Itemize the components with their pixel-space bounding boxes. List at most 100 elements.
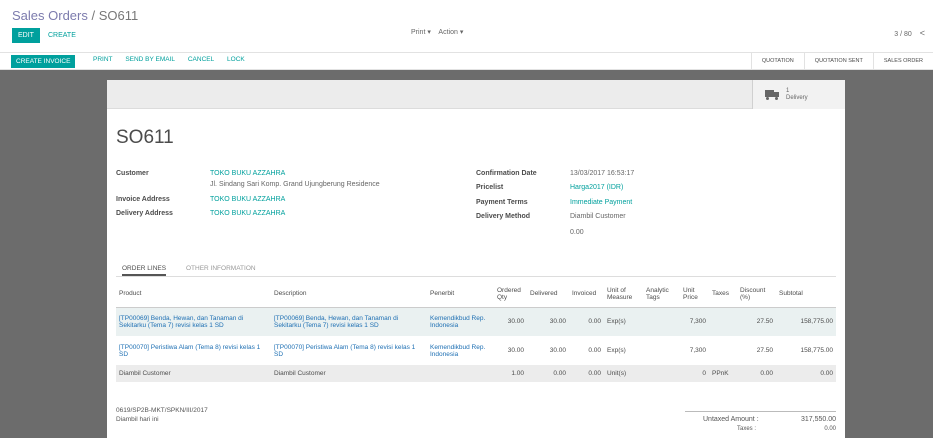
customer-address: Jl. Sindang Sari Komp. Grand Ujungberung…	[210, 181, 380, 188]
col-analytic-tags[interactable]: Analytic Tags	[643, 281, 680, 308]
customer-field[interactable]: TOKO BUKU AZZAHRA	[210, 170, 285, 177]
action-dropdown[interactable]: Action ▾	[438, 29, 463, 36]
cell-description[interactable]: Diambil Customer	[271, 365, 427, 382]
delivery-address-label: Delivery Address	[116, 210, 173, 217]
send-by-email-button[interactable]: SEND BY EMAIL	[125, 56, 175, 63]
order-lines-table: Product Description Penerbit Ordered Qty…	[116, 281, 836, 382]
tab-order-lines[interactable]: ORDER LINES	[122, 265, 167, 276]
cell-discount[interactable]: 27.50	[737, 307, 776, 336]
payment-terms-label: Payment Terms	[476, 199, 528, 206]
cell-unit-price[interactable]: 7,300	[680, 307, 709, 336]
invoice-address-label: Invoice Address	[116, 196, 170, 203]
cell-description[interactable]: [TP00070] Peristiwa Alam (Tema 8) revisi…	[271, 336, 427, 365]
breadcrumb: Sales Orders / SO611	[12, 8, 138, 23]
cell-invoiced[interactable]: 0.00	[569, 365, 604, 382]
table-row[interactable]: [TP00069] Benda, Hewan, dan Tanaman di S…	[116, 307, 836, 336]
form-sheet: 1 Delivery SO611 Customer TOKO BUKU AZZA…	[107, 80, 845, 438]
cell-ordered-qty[interactable]: 30.00	[494, 336, 527, 365]
delivery-method-label: Delivery Method	[476, 213, 531, 220]
payment-terms-field[interactable]: Immediate Payment	[570, 199, 632, 206]
cell-invoiced[interactable]: 0.00	[569, 307, 604, 336]
cell-taxes[interactable]	[709, 336, 737, 365]
table-row[interactable]: [TP00070] Peristiwa Alam (Tema 8) revisi…	[116, 336, 836, 365]
cell-product[interactable]: Diambil Customer	[116, 365, 271, 382]
col-delivered[interactable]: Delivered	[527, 281, 569, 308]
cell-penerbit[interactable]	[427, 365, 494, 382]
cell-subtotal: 158,775.00	[800, 347, 833, 354]
customer-label: Customer	[116, 170, 149, 177]
cell-discount[interactable]: 0.00	[737, 365, 776, 382]
table-header-row: Product Description Penerbit Ordered Qty…	[116, 281, 836, 308]
cell-analytic-tags[interactable]	[643, 365, 680, 382]
col-description[interactable]: Description	[271, 281, 427, 308]
col-discount[interactable]: Discount (%)	[737, 281, 776, 308]
col-unit-of-measure[interactable]: Unit of Measure	[604, 281, 643, 308]
invoice-address-field[interactable]: TOKO BUKU AZZAHRA	[210, 196, 285, 203]
cell-product[interactable]: [TP00069] Benda, Hewan, dan Tanaman di S…	[116, 307, 271, 336]
cell-ordered-qty[interactable]: 1.00	[494, 365, 527, 382]
cell-delivered[interactable]: 0.00	[527, 365, 569, 382]
stage-sales-order[interactable]: SALES ORDER	[872, 53, 933, 70]
cell-unit-price[interactable]: 7,300	[680, 336, 709, 365]
notebook-tabs: ORDER LINES OTHER INFORMATION	[116, 263, 836, 277]
taxes-row: Taxes : 0.00	[685, 426, 836, 436]
taxes-value: 0.00	[824, 426, 836, 432]
pager: 3 / 80 <	[894, 28, 925, 38]
pager-value[interactable]: 3 / 80	[894, 31, 912, 38]
cell-ordered-qty[interactable]: 30.00	[494, 307, 527, 336]
cell-analytic-tags[interactable]	[643, 336, 680, 365]
untaxed-amount-row: Untaxed Amount : 317,550.00	[685, 416, 836, 426]
stage-quotation[interactable]: QUOTATION	[750, 53, 804, 70]
col-subtotal[interactable]: Subtotal	[776, 281, 836, 308]
delivery-smart-button[interactable]: 1 Delivery	[752, 80, 845, 109]
tab-other-information[interactable]: OTHER INFORMATION	[186, 265, 256, 272]
note-line-1: 0619/SP2B-MKT/SPKN/III/2017	[116, 407, 208, 414]
create-button[interactable]: CREATE	[48, 28, 76, 43]
cell-product[interactable]: [TP00070] Peristiwa Alam (Tema 8) revisi…	[116, 336, 271, 365]
col-invoiced[interactable]: Invoiced	[569, 281, 604, 308]
table-row[interactable]: Diambil Customer Diambil Customer 1.00 0…	[116, 365, 836, 382]
order-note[interactable]: 0619/SP2B-MKT/SPKN/III/2017 Diambil hari…	[116, 406, 208, 424]
note-line-2: Diambil hari ini	[116, 416, 159, 423]
cell-subtotal: 0.00	[776, 365, 836, 382]
cell-uom[interactable]: Exp(s)	[604, 336, 643, 365]
delivery-method-amount: 0.00	[570, 229, 584, 236]
cell-penerbit[interactable]: Kemendikbud Rep. Indonesia	[427, 307, 494, 336]
cell-analytic-tags[interactable]	[643, 307, 680, 336]
cell-taxes[interactable]: PPnK	[709, 365, 737, 382]
col-penerbit[interactable]: Penerbit	[427, 281, 494, 308]
cell-invoiced[interactable]: 0.00	[569, 336, 604, 365]
breadcrumb-sales-orders[interactable]: Sales Orders	[12, 8, 88, 23]
create-invoice-button[interactable]: CREATE INVOICE	[11, 55, 76, 68]
col-taxes[interactable]: Taxes	[709, 281, 737, 308]
edit-button[interactable]: EDIT	[12, 28, 40, 43]
col-unit-price[interactable]: Unit Price	[680, 281, 709, 308]
cell-description[interactable]: [TP00069] Benda, Hewan, dan Tanaman di S…	[271, 307, 427, 336]
cell-taxes[interactable]	[709, 307, 737, 336]
confirmation-date-field: 13/03/2017 16:53:17	[570, 170, 635, 177]
stage-quotation-sent[interactable]: QUOTATION SENT	[803, 53, 873, 70]
print-button[interactable]: PRINT	[93, 56, 113, 63]
truck-icon	[765, 90, 779, 100]
cell-delivered[interactable]: 30.00	[527, 307, 569, 336]
pricelist-field[interactable]: Harga2017 (IDR)	[570, 184, 623, 191]
print-dropdown[interactable]: Print ▾	[411, 29, 431, 36]
cell-penerbit[interactable]: Kemendikbud Rep. Indonesia	[427, 336, 494, 365]
control-panel: Sales Orders / SO611 EDIT CREATE Print ▾…	[0, 0, 933, 50]
button-box: 1 Delivery	[107, 80, 845, 109]
col-ordered-qty[interactable]: Ordered Qty	[494, 281, 527, 308]
cell-uom[interactable]: Exp(s)	[604, 307, 643, 336]
chevron-left-icon[interactable]: <	[920, 28, 925, 38]
cell-unit-price[interactable]: 0	[680, 365, 709, 382]
delivery-address-field[interactable]: TOKO BUKU AZZAHRA	[210, 210, 285, 217]
cancel-button[interactable]: CANCEL	[188, 56, 214, 63]
stage-pipeline: QUOTATION QUOTATION SENT SALES ORDER	[750, 53, 933, 70]
cell-subtotal: 158,775.00	[776, 307, 836, 336]
delivery-method-field[interactable]: Diambil Customer	[570, 213, 626, 220]
cell-delivered[interactable]: 30.00	[527, 336, 569, 365]
col-product[interactable]: Product	[116, 281, 271, 308]
lock-button[interactable]: LOCK	[227, 56, 245, 63]
cell-discount[interactable]: 27.50	[737, 336, 776, 365]
delivery-count: 1	[786, 87, 790, 94]
cell-uom[interactable]: Unit(s)	[604, 365, 643, 382]
